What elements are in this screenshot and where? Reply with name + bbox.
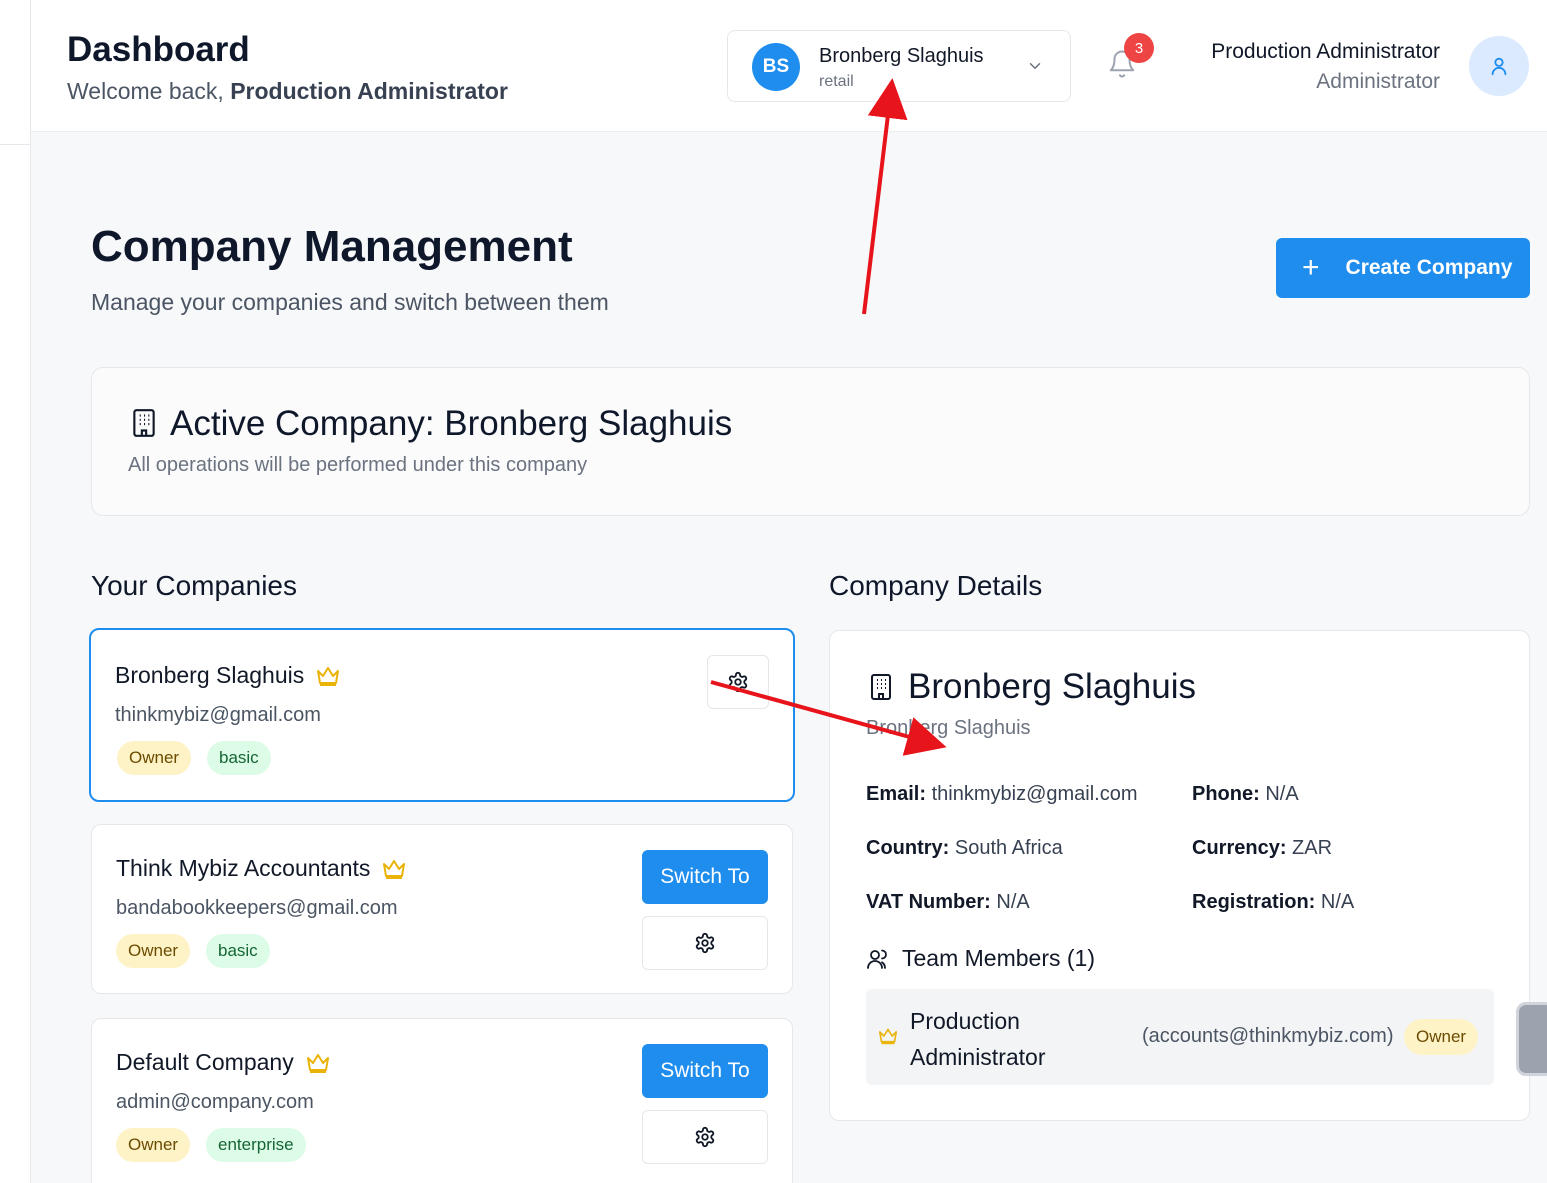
details-legal-name: Bronberg Slaghuis [866, 717, 1031, 739]
role-badge: Owner [117, 741, 192, 775]
crown-icon [383, 859, 406, 879]
user-avatar[interactable] [1469, 36, 1529, 96]
vat-value: N/A [996, 891, 1030, 913]
active-company-card: Active Company: Bronberg Slaghuis All op… [91, 367, 1530, 516]
sidebar-divider [0, 144, 31, 145]
crown-icon [317, 666, 340, 686]
company-name-text: Bronberg Slaghuis [115, 662, 305, 688]
welcome-prefix: Welcome back, [67, 78, 231, 104]
switch-to-button[interactable]: Switch To [642, 850, 768, 904]
plan-badge: basic [207, 741, 271, 775]
gear-icon [728, 671, 748, 693]
page-title: Company Management [91, 222, 573, 271]
company-name-text: Think Mybiz Accountants [116, 855, 371, 881]
sidebar-edge [0, 0, 31, 1183]
team-members-title: Team Members (1) [902, 945, 1095, 971]
company-card-bronberg[interactable]: Bronberg Slaghuis thinkmybiz@gmail.com O… [89, 628, 795, 802]
role-badge: Owner [116, 934, 191, 968]
company-details-card: Bronberg Slaghuis Bronberg Slaghuis Emai… [829, 630, 1530, 1121]
plan-badge: basic [206, 934, 270, 968]
currency-label: Currency: [1192, 837, 1287, 859]
users-icon [867, 949, 887, 969]
company-settings-button[interactable] [642, 1110, 768, 1164]
gear-icon [695, 1126, 715, 1148]
building-icon [871, 674, 891, 700]
your-companies-heading: Your Companies [91, 570, 297, 601]
crown-icon [878, 1028, 897, 1045]
details-country: Country: South Africa [866, 837, 1063, 860]
company-name-text: Default Company [116, 1049, 294, 1075]
company-email: thinkmybiz@gmail.com [115, 704, 321, 726]
details-phone: Phone: N/A [1192, 783, 1299, 806]
email-label: Email: [866, 783, 927, 805]
phone-value: N/A [1265, 783, 1299, 805]
floating-help-widget[interactable] [1516, 1002, 1547, 1076]
registration-label: Registration: [1192, 891, 1316, 913]
notification-badge: 3 [1124, 33, 1154, 63]
company-switcher-type: retail [819, 73, 854, 90]
active-company-title: Active Company: Bronberg Slaghuis [170, 404, 733, 443]
building-icon [133, 409, 155, 437]
role-badge: Owner [116, 1128, 191, 1162]
welcome-user: Production Administrator [230, 78, 508, 104]
user-role: Administrator [1316, 70, 1440, 93]
registration-value: N/A [1320, 891, 1355, 913]
company-name: Default Company [116, 1049, 330, 1076]
country-value: South Africa [954, 837, 1063, 859]
chevron-down-icon [1029, 63, 1041, 69]
company-avatar: BS [752, 43, 800, 91]
email-value: thinkmybiz@gmail.com [931, 783, 1138, 805]
member-email: (accounts@thinkmybiz.com) [1142, 1025, 1394, 1047]
company-email: admin@company.com [116, 1091, 314, 1113]
details-registration: Registration: N/A [1192, 891, 1354, 914]
create-company-label: Create Company [1345, 256, 1513, 279]
team-members-heading: Team Members (1) [866, 945, 1095, 972]
plan-badge: enterprise [206, 1128, 306, 1162]
user-icon [1491, 57, 1507, 76]
company-details-heading: Company Details [829, 570, 1043, 601]
company-card-default: Default Company admin@company.com Owner … [91, 1018, 793, 1183]
company-settings-button[interactable] [707, 655, 769, 709]
company-name: Think Mybiz Accountants [116, 855, 406, 882]
phone-label: Phone: [1192, 783, 1260, 805]
company-email: bandabookkeepers@gmail.com [116, 897, 398, 919]
company-switcher[interactable]: BS Bronberg Slaghuis retail [727, 30, 1071, 102]
team-member-row: Production Administrator (accounts@think… [866, 989, 1494, 1085]
vat-label: VAT Number: [866, 891, 991, 913]
company-switcher-name: Bronberg Slaghuis [819, 45, 984, 67]
user-name: Production Administrator [1211, 40, 1440, 63]
details-currency: Currency: ZAR [1192, 837, 1332, 860]
member-role-badge: Owner [1404, 1019, 1479, 1055]
currency-value: ZAR [1292, 837, 1333, 859]
active-company-subtitle: All operations will be performed under t… [128, 454, 588, 476]
details-company-name: Bronberg Slaghuis [908, 667, 1196, 706]
crown-icon [306, 1053, 329, 1073]
create-company-button[interactable]: + Create Company [1276, 238, 1530, 298]
welcome-text: Welcome back, Production Administrator [67, 78, 508, 105]
plus-icon: + [1302, 251, 1320, 284]
top-header: Dashboard Welcome back, Production Admin… [31, 0, 1547, 132]
member-name: Production Administrator [910, 1008, 1046, 1070]
details-vat: VAT Number: N/A [866, 891, 1030, 914]
company-name: Bronberg Slaghuis [115, 662, 340, 689]
country-label: Country: [866, 837, 950, 859]
company-settings-button[interactable] [642, 916, 768, 970]
details-email: Email: thinkmybiz@gmail.com [866, 783, 1138, 806]
header-title: Dashboard [67, 30, 250, 69]
switch-to-button[interactable]: Switch To [642, 1044, 768, 1098]
page-subtitle: Manage your companies and switch between… [91, 289, 609, 315]
gear-icon [695, 932, 715, 954]
company-card-think-mybiz: Think Mybiz Accountants bandabookkeepers… [91, 824, 793, 994]
